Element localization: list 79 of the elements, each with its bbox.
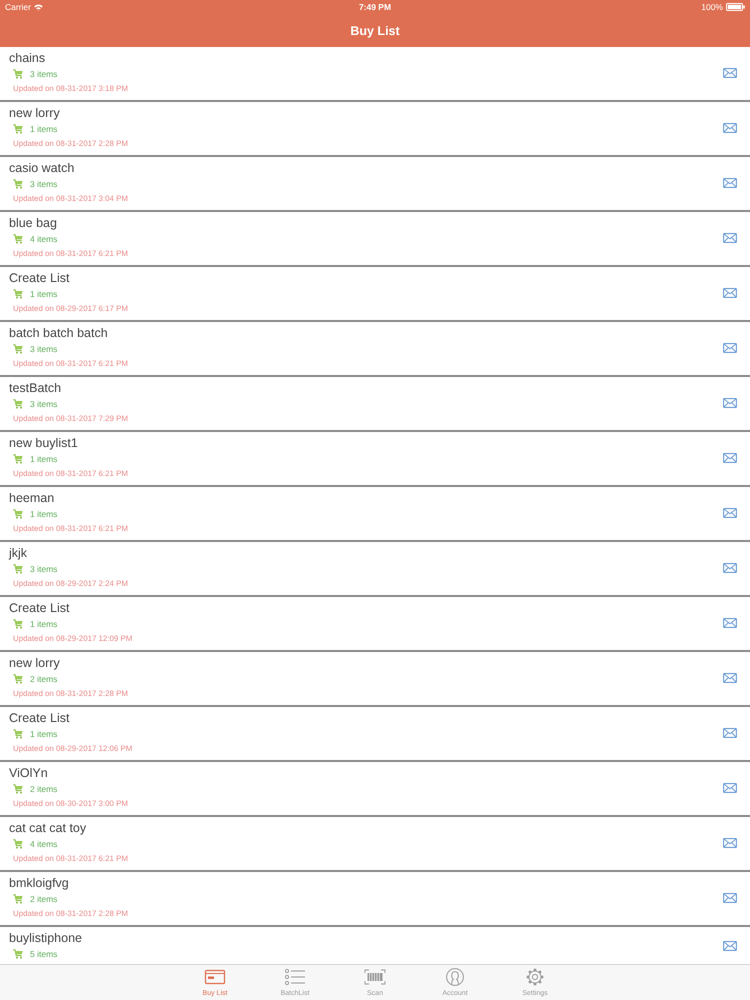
cart-icon — [13, 454, 23, 464]
cart-icon — [13, 619, 23, 629]
item-count: 2 items — [30, 894, 58, 904]
mail-icon[interactable] — [723, 563, 737, 573]
nav-title: Buy List — [350, 24, 400, 38]
mail-icon[interactable] — [723, 453, 737, 463]
card-icon — [204, 968, 226, 986]
list-name: Create List — [9, 600, 70, 616]
item-count: 3 items — [30, 179, 58, 189]
mail-icon[interactable] — [723, 783, 737, 793]
cart-icon — [13, 729, 23, 739]
mail-icon[interactable] — [723, 233, 737, 243]
mail-icon[interactable] — [723, 288, 737, 298]
barcode-icon — [364, 968, 386, 986]
list-name: testBatch — [9, 380, 62, 396]
list-name: cat cat cat toy — [9, 820, 86, 836]
list-icon — [284, 968, 306, 986]
list-name: blue bag — [9, 215, 57, 231]
item-count: 3 items — [30, 69, 58, 79]
item-count: 1 items — [30, 729, 58, 739]
mail-icon[interactable] — [723, 508, 737, 518]
list-name: new lorry — [9, 655, 60, 671]
battery-icon — [726, 3, 745, 11]
item-count: 5 items — [30, 949, 58, 959]
mail-icon[interactable] — [723, 728, 737, 738]
wifi-icon — [34, 4, 43, 10]
account-icon — [444, 968, 466, 986]
item-count: 2 items — [30, 674, 58, 684]
list-name: new lorry — [9, 105, 60, 121]
cart-icon — [13, 839, 23, 849]
item-count: 4 items — [30, 839, 58, 849]
list-name: jkjk — [9, 545, 28, 561]
cart-icon — [13, 784, 23, 794]
list-name: casio watch — [9, 160, 74, 176]
item-count: 4 items — [30, 234, 58, 244]
mail-icon[interactable] — [723, 893, 737, 903]
cart-icon — [13, 179, 23, 189]
battery-percent: 100% — [701, 2, 723, 12]
mail-icon[interactable] — [723, 398, 737, 408]
cart-icon — [13, 399, 23, 409]
cart-icon — [13, 344, 23, 354]
item-count: 3 items — [30, 344, 58, 354]
status-time: 7:49 PM — [358, 2, 392, 12]
list-name: batch batch batch — [9, 325, 108, 341]
item-count: 1 items — [30, 289, 58, 299]
cart-icon — [13, 949, 23, 959]
mail-icon[interactable] — [723, 941, 737, 951]
carrier-label: Carrier — [5, 2, 31, 12]
cart-icon — [13, 564, 23, 574]
cart-icon — [13, 509, 23, 519]
list-name: chains — [9, 50, 46, 66]
list-name: ViOlYn — [9, 765, 48, 781]
cart-icon — [13, 124, 23, 134]
mail-icon[interactable] — [723, 673, 737, 683]
list-name: buylistiphone — [9, 930, 82, 946]
list-name: heeman — [9, 490, 54, 506]
cart-icon — [13, 674, 23, 684]
cart-icon — [13, 289, 23, 299]
cart-icon — [13, 234, 23, 244]
list-name: new buylist1 — [9, 435, 78, 451]
cart-icon — [13, 894, 23, 904]
item-count: 3 items — [30, 399, 58, 409]
mail-icon[interactable] — [723, 178, 737, 188]
item-count: 1 items — [30, 509, 58, 519]
mail-icon[interactable] — [723, 618, 737, 628]
cart-icon — [13, 69, 23, 79]
item-count: 1 items — [30, 124, 58, 134]
item-count: 1 items — [30, 454, 58, 464]
mail-icon[interactable] — [723, 343, 737, 353]
list-name: bmkloigfvg — [9, 875, 69, 891]
mail-icon[interactable] — [723, 123, 737, 133]
item-count: 2 items — [30, 784, 58, 794]
mail-icon[interactable] — [723, 68, 737, 78]
list-name: Create List — [9, 710, 70, 726]
item-count: 1 items — [30, 619, 58, 629]
list-name: Create List — [9, 270, 70, 286]
mail-icon[interactable] — [723, 838, 737, 848]
item-count: 3 items — [30, 564, 58, 574]
settings-icon — [524, 968, 546, 986]
